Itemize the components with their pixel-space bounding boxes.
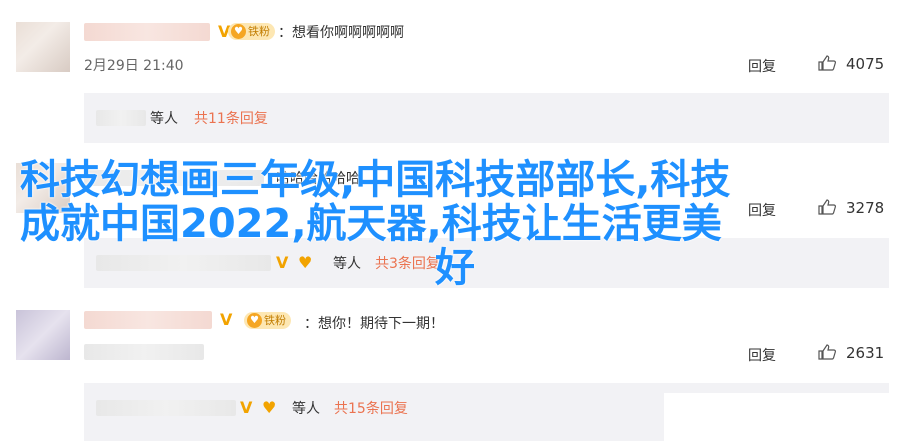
more-replies-link[interactable]: 共11条回复 xyxy=(194,108,268,128)
heart-fan-badge-icon: ♥ xyxy=(231,24,246,39)
reply-preview-box[interactable]: 等人 共11条回复 xyxy=(84,93,889,143)
v-vip-icon: V xyxy=(220,310,233,329)
overlay-line-2: 成就中国2022,航天器,科技让生活更美 xyxy=(20,201,722,247)
comment-time xyxy=(84,344,204,360)
comment-text: ：想你！期待下一期！ xyxy=(304,316,444,332)
like-button[interactable]: 4075 xyxy=(818,55,884,73)
reply-button[interactable]: 回复 xyxy=(748,345,776,365)
reply-users xyxy=(96,400,236,416)
avatar[interactable] xyxy=(16,310,70,360)
fan-badge[interactable]: ♥ 铁粉 xyxy=(244,312,291,329)
heart-fan-badge-icon: ♥ xyxy=(247,313,262,328)
avatar[interactable] xyxy=(16,22,70,72)
more-replies-link[interactable]: 共15条回复 xyxy=(334,398,408,418)
thumbs-up-icon xyxy=(818,55,836,71)
reply-preview-box[interactable]: V ♥ 等人 共15条回复 xyxy=(84,383,889,441)
reply-users xyxy=(96,110,146,126)
reply-button[interactable]: 回复 xyxy=(748,56,776,76)
like-count: 3278 xyxy=(846,199,885,217)
fan-badge-label: 铁粉 xyxy=(248,25,270,38)
fan-icon: ♥ xyxy=(262,398,277,417)
username[interactable] xyxy=(84,311,212,329)
v-vip-icon: V xyxy=(240,398,253,417)
fan-badge[interactable]: ♥ 铁粉 xyxy=(228,23,275,40)
comment-text: ：想看你啊啊啊啊啊 xyxy=(278,25,404,41)
like-count: 4075 xyxy=(846,55,885,73)
white-patch xyxy=(664,393,889,441)
thumbs-up-icon xyxy=(818,344,836,360)
username[interactable] xyxy=(84,23,210,41)
fan-badge-label: 铁粉 xyxy=(264,314,286,327)
like-count: 2631 xyxy=(846,344,885,362)
overlay-line-3: 好 xyxy=(435,245,475,291)
overlay-headline: 科技幻想画三年级,中国科技部部长,科技 成就中国2022,航天器,科技让生活更美… xyxy=(20,158,840,290)
reply-users-suffix: 等人 xyxy=(292,401,320,417)
like-button[interactable]: 2631 xyxy=(818,344,884,362)
overlay-line-1: 科技幻想画三年级,中国科技部部长,科技 xyxy=(20,157,731,203)
comment-time: 2月29日 21:40 xyxy=(84,58,184,74)
reply-users-suffix: 等人 xyxy=(150,111,178,127)
